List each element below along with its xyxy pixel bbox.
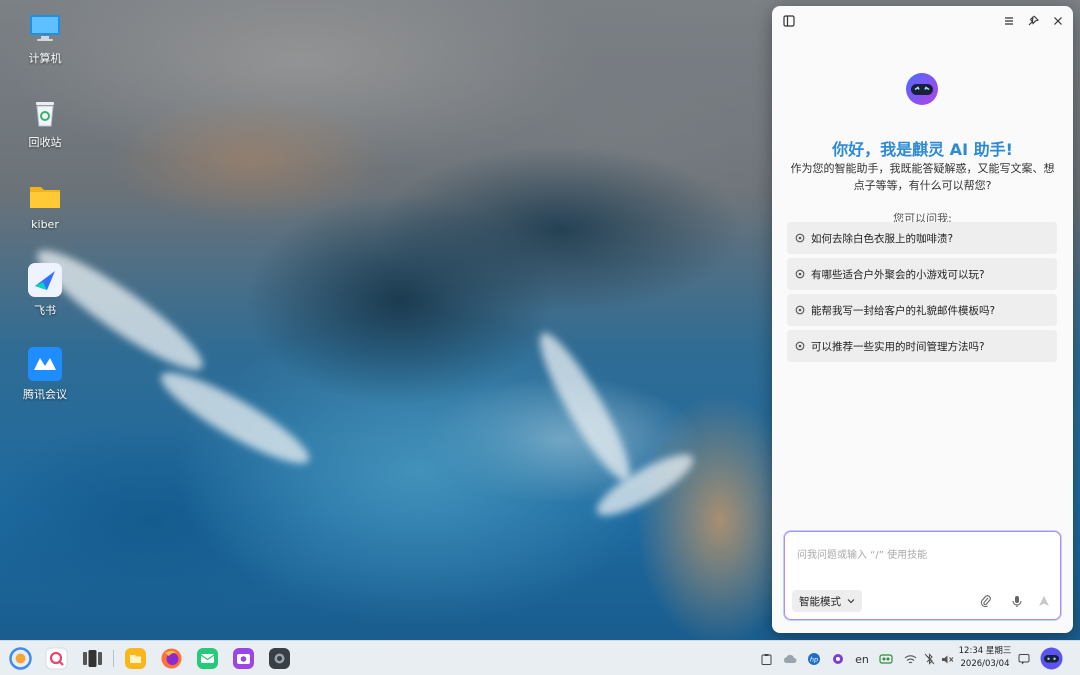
- suggestion-text: 能帮我写一封给客户的礼貌邮件模板吗?: [811, 304, 996, 317]
- tencent-meeting-icon: [28, 347, 62, 381]
- desktop-icon-feishu[interactable]: 飞书: [10, 262, 80, 318]
- computer-icon: [30, 15, 60, 41]
- multitask-view-icon[interactable]: [81, 647, 104, 670]
- close-button[interactable]: [1050, 13, 1066, 29]
- suggestion-item[interactable]: 有哪些适合户外聚会的小游戏可以玩?: [787, 258, 1057, 290]
- desktop-icon-label: 飞书: [34, 304, 56, 317]
- battery-app-icon[interactable]: [878, 651, 894, 667]
- sparkle-icon: [795, 269, 805, 279]
- ai-assistant-taskbar-icon[interactable]: [1040, 647, 1063, 670]
- send-icon[interactable]: [1037, 594, 1051, 608]
- desktop-icon-label: 腾讯会议: [23, 388, 67, 401]
- file-manager-icon[interactable]: [124, 647, 147, 670]
- desktop-icon-tencent-meeting[interactable]: 腾讯会议: [10, 346, 80, 402]
- desktop-icon-label: 计算机: [28, 52, 62, 65]
- taskbar-separator: [113, 650, 114, 667]
- mode-label: 智能模式: [799, 595, 841, 608]
- desktop-icon-computer[interactable]: 计算机: [10, 10, 80, 66]
- menu-icon: [1005, 17, 1013, 25]
- assistant-logo-icon: [906, 73, 938, 105]
- sidebar-toggle-button[interactable]: [781, 13, 797, 29]
- trash-icon: [36, 102, 54, 127]
- screenshot-app-icon[interactable]: [268, 647, 291, 670]
- desktop-icon-trash[interactable]: 回收站: [10, 94, 80, 150]
- sidebar-icon: [783, 15, 795, 27]
- volume-muted-icon[interactable]: [939, 651, 955, 667]
- bluetooth-off-icon[interactable]: [921, 651, 937, 667]
- taskbar: hp en 12:34 星期三 2026/03/04: [0, 640, 1080, 675]
- cloud-icon[interactable]: [782, 651, 798, 667]
- desktop-icon-label: 回收站: [28, 136, 62, 149]
- panel-titlebar: [772, 6, 1073, 36]
- gesture-icon[interactable]: [830, 651, 846, 667]
- close-icon: [1054, 17, 1062, 25]
- pin-icon: [1028, 15, 1039, 26]
- clipboard-icon[interactable]: [758, 651, 774, 667]
- feishu-icon: [28, 263, 62, 297]
- notification-icon[interactable]: [1016, 651, 1032, 667]
- chat-input-placeholder[interactable]: 问我问题或输入 “/” 使用技能: [797, 546, 927, 561]
- wave-foam: [527, 324, 643, 490]
- mode-selector[interactable]: 智能模式: [792, 590, 862, 612]
- camera-app-icon[interactable]: [232, 647, 255, 670]
- suggestion-item[interactable]: 能帮我写一封给客户的礼貌邮件模板吗?: [787, 294, 1057, 326]
- firefox-icon[interactable]: [160, 647, 183, 670]
- assistant-greeting: 你好，我是麒灵 AI 助手!: [832, 140, 1013, 159]
- hp-printer-icon[interactable]: hp: [806, 651, 822, 667]
- pin-button[interactable]: [1025, 13, 1041, 29]
- chevron-down-icon: [847, 599, 855, 604]
- suggestion-item[interactable]: 如何去除白色衣服上的咖啡渍?: [787, 222, 1057, 254]
- start-menu-icon[interactable]: [9, 647, 32, 670]
- ai-assistant-panel: 你好，我是麒灵 AI 助手! 作为您的智能助手，我既能答疑解惑，又能写文案、想点…: [772, 6, 1073, 633]
- desktop-icon-label: kiber: [31, 218, 59, 231]
- menu-button[interactable]: [1001, 13, 1017, 29]
- suggestion-text: 如何去除白色衣服上的咖啡渍?: [811, 232, 954, 245]
- suggestion-item[interactable]: 可以推荐一些实用的时间管理方法吗?: [787, 330, 1057, 362]
- wave-foam: [152, 359, 318, 477]
- clock-time: 12:34 星期三: [958, 646, 1012, 656]
- suggestion-text: 有哪些适合户外聚会的小游戏可以玩?: [811, 268, 985, 281]
- sparkle-icon: [795, 233, 805, 243]
- folder-icon: [30, 187, 60, 208]
- microphone-icon[interactable]: [1010, 594, 1024, 608]
- input-method-indicator[interactable]: en: [852, 651, 872, 667]
- suggestion-text: 可以推荐一些实用的时间管理方法吗?: [811, 340, 985, 353]
- input-method-label: en: [855, 652, 869, 666]
- sparkle-icon: [795, 305, 805, 315]
- chat-input-box[interactable]: 问我问题或输入 “/” 使用技能 智能模式: [784, 531, 1061, 620]
- sparkle-icon: [795, 341, 805, 351]
- attachment-icon[interactable]: [979, 594, 993, 608]
- clock-date: 2026/03/04: [960, 659, 1010, 669]
- svg-text:hp: hp: [810, 656, 818, 664]
- wifi-icon[interactable]: [902, 651, 918, 667]
- system-clock[interactable]: 12:34 星期三 2026/03/04: [958, 645, 1012, 671]
- search-app-icon[interactable]: [45, 647, 68, 670]
- desktop-icon-folder[interactable]: kiber: [10, 178, 80, 231]
- assistant-intro: 作为您的智能助手，我既能答疑解惑，又能写文案、想点子等等，有什么可以帮您?: [790, 162, 1055, 192]
- mail-app-icon[interactable]: [196, 647, 219, 670]
